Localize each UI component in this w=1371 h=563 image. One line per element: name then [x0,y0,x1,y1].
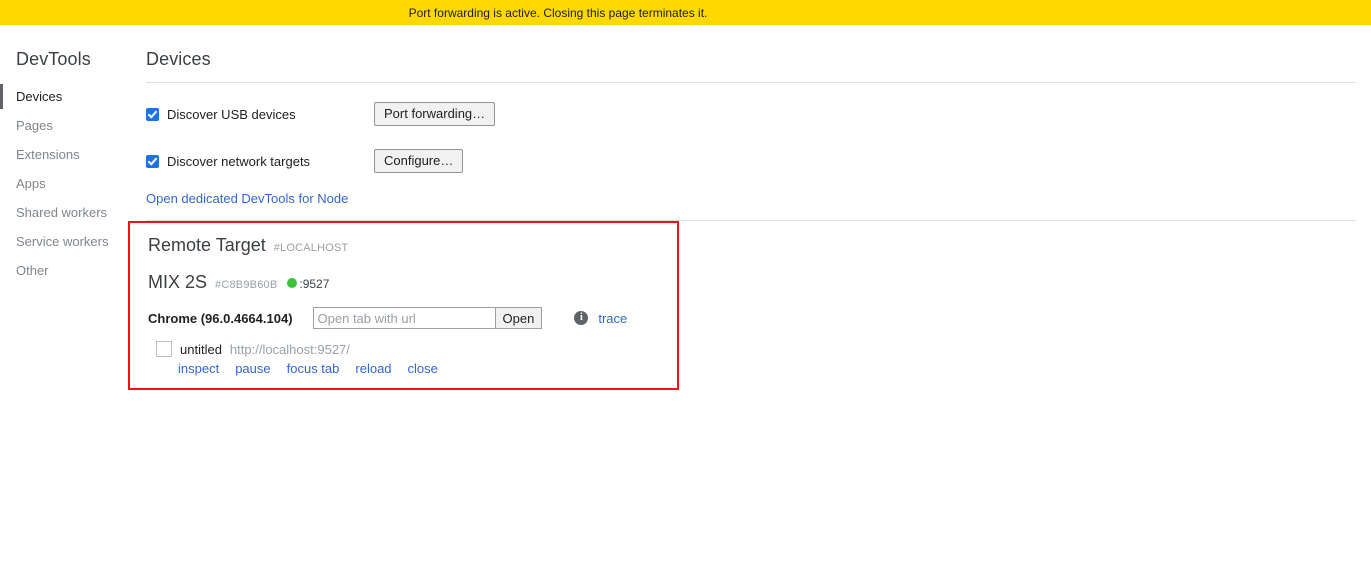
discover-usb-toggle[interactable]: Discover USB devices [146,107,374,122]
sidebar-item-label: Pages [16,118,53,133]
tab-list: untitled http://localhost:9527/ inspect … [148,341,663,376]
inspect-link[interactable]: inspect [178,361,219,376]
browser-name: Chrome (96.0.4664.104) [148,310,293,326]
devices-panel: Devices Discover USB devices Port forwar… [128,25,1371,390]
device-name: MIX 2S [148,272,208,292]
checkbox-checked-icon[interactable] [146,154,159,168]
sidebar-item-shared-workers[interactable]: Shared workers [0,198,130,227]
open-tab-button[interactable]: Open [494,307,543,329]
device-serial: #C8B9B60B [215,279,278,291]
device-status-dot-icon [287,278,298,288]
remote-target-host: #LOCALHOST [273,242,349,254]
focus-tab-link[interactable]: focus tab [287,361,340,376]
remote-target-section: Remote Target #LOCALHOST MIX 2S #C8B9B60… [128,221,679,390]
port-forwarding-button[interactable]: Port forwarding… [374,102,496,126]
discover-network-row: Discover network targets Configure… [146,144,1371,178]
reload-link[interactable]: reload [355,361,391,376]
sidebar-title: DevTools [16,49,91,69]
sidebar-item-devices[interactable]: Devices [0,82,130,111]
discover-usb-label: Discover USB devices [167,106,296,122]
tab-actions: inspect pause focus tab reload close [156,359,663,376]
discover-network-toggle[interactable]: Discover network targets [146,154,374,169]
tab-title: untitled [180,341,222,357]
sidebar-item-service-workers[interactable]: Service workers [0,227,130,256]
favicon-placeholder-icon [156,341,172,357]
open-dedicated-devtools-for-node-link[interactable]: Open dedicated DevTools for Node [146,191,348,206]
device-header: MIX 2S #C8B9B60B :9527 [148,272,663,293]
page-title: Devices [146,49,211,69]
device-port: :9527 [299,277,330,291]
sidebar: DevTools Devices Pages Extensions Apps S… [0,25,130,285]
discover-usb-row: Discover USB devices Port forwarding… [146,97,1371,131]
pause-link[interactable]: pause [235,361,270,376]
tab-row: untitled http://localhost:9527/ [156,341,663,357]
checkbox-checked-icon[interactable] [146,107,159,121]
open-tab-url-input[interactable] [312,307,495,329]
node-devtools-row: Open dedicated DevTools for Node [146,191,1371,206]
browser-row: Chrome (96.0.4664.104) Open i trace [148,307,663,329]
sidebar-item-label: Other [16,263,49,278]
remote-target-title: Remote Target [148,235,266,255]
sidebar-item-apps[interactable]: Apps [0,169,130,198]
tab-url: http://localhost:9527/ [229,341,350,357]
sidebar-item-other[interactable]: Other [0,256,130,285]
sidebar-item-label: Shared workers [16,205,108,220]
trace-link[interactable]: trace [598,311,627,326]
port-forwarding-banner: Port forwarding is active. Closing this … [0,0,1371,25]
banner-message: Port forwarding is active. Closing this … [408,5,708,20]
sidebar-item-label: Service workers [16,234,109,249]
sidebar-item-label: Devices [16,89,63,104]
configure-button[interactable]: Configure… [374,149,464,173]
remote-target-heading: Remote Target #LOCALHOST [148,235,663,256]
info-icon: i [574,311,589,325]
sidebar-list: Devices Pages Extensions Apps Shared wor… [0,82,130,285]
sidebar-item-extensions[interactable]: Extensions [0,140,130,169]
discover-network-label: Discover network targets [167,153,311,169]
sidebar-item-pages[interactable]: Pages [0,111,130,140]
app-shell: DevTools Devices Pages Extensions Apps S… [0,25,1371,563]
close-link[interactable]: close [408,361,438,376]
discovery-settings: Discover USB devices Port forwarding… Di… [146,83,1371,206]
sidebar-item-label: Apps [16,176,46,191]
sidebar-item-label: Extensions [16,147,80,162]
